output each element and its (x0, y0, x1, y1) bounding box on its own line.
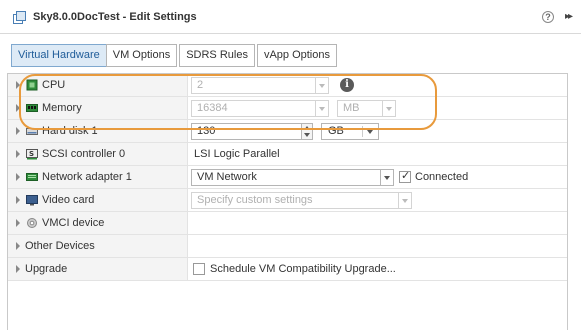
title-bar: Sky8.0.0DocTest - Edit Settings ? ▸▸ (0, 0, 581, 34)
expand-arrow-icon[interactable] (16, 265, 20, 273)
memory-size-input[interactable]: 16384 (191, 100, 327, 117)
expand-arrow-icon[interactable] (16, 150, 20, 158)
memory-unit-dropdown-button[interactable] (382, 100, 396, 117)
expand-arrow-icon[interactable] (16, 104, 20, 112)
memory-icon (26, 104, 38, 112)
tab-vapp-options[interactable]: vApp Options (256, 44, 337, 67)
hard-disk-label: Hard disk 1 (42, 125, 98, 137)
cpu-icon (26, 79, 38, 91)
cpu-label: CPU (42, 79, 66, 91)
memory-row: Memory 16384 MB (8, 97, 567, 120)
tab-virtual-hardware[interactable]: Virtual Hardware (11, 44, 107, 67)
svg-text:S: S (29, 150, 34, 158)
hard-disk-unit-select[interactable]: GB (321, 123, 379, 140)
vm-icon (13, 11, 26, 24)
schedule-upgrade-checkbox[interactable] (193, 263, 205, 275)
scsi-row: S SCSI controller 0 LSI Logic Parallel (8, 143, 567, 166)
upgrade-row: Upgrade Schedule VM Compatibility Upgrad… (8, 258, 567, 281)
expand-arrow-icon[interactable] (16, 81, 20, 89)
network-row: Network adapter 1 VM Network Connected (8, 166, 567, 189)
other-devices-row: Other Devices (8, 235, 567, 258)
video-card-icon (26, 195, 38, 206)
memory-label: Memory (42, 102, 82, 114)
scsi-controller-type: LSI Logic Parallel (194, 148, 280, 160)
cpu-row: CPU 2 i (8, 74, 567, 97)
upgrade-label: Upgrade (25, 263, 68, 275)
hard-disk-size-spinner[interactable] (301, 123, 313, 140)
tab-vm-options[interactable]: VM Options (105, 44, 178, 67)
window-title: Sky8.0.0DocTest - Edit Settings (33, 11, 197, 23)
connected-label: Connected (415, 171, 469, 183)
memory-dropdown-button[interactable] (315, 100, 329, 117)
virtual-hardware-panel: CPU 2 i Memory 16384 MB Hard disk 1 130 … (7, 73, 568, 330)
scsi-label: SCSI controller 0 (42, 148, 126, 160)
expand-arrow-icon[interactable] (16, 196, 20, 204)
network-label: Network adapter 1 (42, 171, 132, 183)
hard-disk-unit-label: GB (328, 125, 344, 137)
cpu-dropdown-button[interactable] (315, 77, 329, 94)
tab-sdrs-rules[interactable]: SDRS Rules (179, 44, 255, 67)
hard-disk-row: Hard disk 1 130 GB (8, 120, 567, 143)
connected-checkbox[interactable] (399, 169, 411, 183)
scsi-controller-icon: S (26, 149, 38, 160)
video-card-row: Video card Specify custom settings (8, 189, 567, 212)
hard-disk-icon (26, 128, 38, 135)
vmci-row: VMCI device (8, 212, 567, 235)
network-adapter-icon (26, 173, 38, 181)
vmci-label: VMCI device (42, 217, 105, 229)
network-select[interactable]: VM Network (191, 169, 392, 186)
schedule-upgrade-label: Schedule VM Compatibility Upgrade... (210, 263, 396, 275)
expand-arrow-icon[interactable] (16, 242, 20, 250)
expand-arrow-icon[interactable] (16, 219, 20, 227)
expand-arrow-icon[interactable] (16, 127, 20, 135)
cpu-count-select[interactable]: 2 (191, 77, 327, 94)
expand-icon[interactable]: ▸▸ (565, 11, 573, 22)
video-card-label: Video card (42, 194, 95, 206)
hard-disk-size-input[interactable]: 130 (191, 123, 312, 140)
expand-arrow-icon[interactable] (16, 173, 20, 181)
video-card-select[interactable]: Specify custom settings (191, 192, 412, 209)
info-icon[interactable]: i (340, 78, 354, 92)
help-icon[interactable]: ? (542, 11, 554, 23)
vmci-device-icon (27, 218, 37, 228)
network-dropdown-button[interactable] (380, 169, 394, 186)
video-card-dropdown-button[interactable] (398, 192, 412, 209)
tab-bar: Virtual Hardware VM Options SDRS Rules v… (11, 44, 337, 67)
other-devices-label: Other Devices (25, 240, 95, 252)
